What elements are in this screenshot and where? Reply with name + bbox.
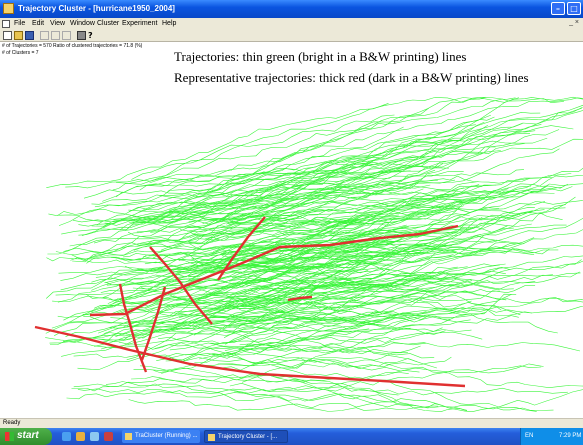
toolbar: ?	[0, 30, 583, 42]
menu-file[interactable]: File	[14, 20, 25, 27]
task-tracluster[interactable]: TraCluster (Running) ...	[122, 430, 200, 443]
language-indicator[interactable]: EN	[525, 433, 533, 439]
help-icon[interactable]: ?	[88, 31, 97, 40]
menu-experiment[interactable]: Experiment	[122, 20, 157, 27]
quicklaunch-app-icon[interactable]	[104, 432, 113, 441]
menu-help[interactable]: Help	[162, 20, 176, 27]
task-app-icon	[125, 433, 132, 440]
maximize-button[interactable]: □	[567, 2, 581, 15]
trajectory-line	[45, 314, 421, 342]
mdi-controls[interactable]: _ ×	[569, 19, 579, 26]
trajectory-line	[234, 390, 439, 412]
app-icon	[3, 3, 14, 14]
start-button[interactable]: start	[0, 428, 52, 445]
minimize-button[interactable]: –	[551, 2, 565, 15]
trajectory-line	[160, 124, 542, 251]
system-tray: EN 7:29 PM	[520, 428, 583, 445]
trajectory-plot	[34, 96, 583, 413]
clock: 7:29 PM	[559, 433, 582, 439]
trajectory-lines	[45, 96, 583, 413]
trajectory-line	[202, 129, 560, 224]
desktop-icon[interactable]	[90, 432, 99, 441]
status-text: Ready	[3, 420, 21, 426]
trajectory-line	[159, 96, 583, 196]
menu-bar: File Edit View Window Cluster Experiment…	[0, 18, 583, 30]
trajectory-canvas[interactable]: # of Trajectories = 570 Ratio of cluster…	[0, 42, 583, 418]
task-label: TraCluster (Running) ...	[135, 433, 198, 439]
window-titlebar[interactable]: Trajectory Cluster - [hurricane1950_2004…	[0, 0, 583, 18]
task-label: Trajectory Cluster - [...	[218, 434, 278, 440]
menu-edit[interactable]: Edit	[32, 20, 44, 27]
trajectory-line	[139, 96, 486, 191]
trajectory-line	[128, 399, 397, 411]
folder-icon[interactable]	[76, 432, 85, 441]
menu-cluster[interactable]: Cluster	[97, 20, 119, 27]
trajectory-line	[66, 389, 583, 410]
task-trajectory-cluster[interactable]: Trajectory Cluster - [...	[204, 430, 288, 443]
menu-window[interactable]: Window	[70, 20, 95, 27]
save-icon[interactable]	[25, 31, 34, 40]
trajectory-line	[91, 110, 583, 227]
window-title: Trajectory Cluster - [hurricane1950_2004…	[18, 4, 175, 13]
status-bar: Ready	[0, 418, 583, 428]
copy-icon[interactable]	[51, 31, 60, 40]
print-icon[interactable]	[77, 31, 86, 40]
trajectory-line	[77, 388, 554, 413]
trajectory-line	[54, 282, 411, 336]
menu-view[interactable]: View	[50, 20, 65, 27]
ie-icon[interactable]	[62, 432, 71, 441]
start-label: start	[17, 430, 39, 441]
trajectory-line	[161, 327, 411, 374]
paste-icon[interactable]	[62, 31, 71, 40]
cut-icon[interactable]	[40, 31, 49, 40]
document-icon[interactable]	[2, 20, 10, 28]
taskbar: start TraCluster (Running) ... Trajector…	[0, 428, 583, 445]
trajectory-line	[112, 98, 564, 191]
task-app-icon	[208, 434, 215, 441]
new-icon[interactable]	[3, 31, 12, 40]
open-icon[interactable]	[14, 31, 23, 40]
windows-flag-icon	[5, 432, 14, 441]
